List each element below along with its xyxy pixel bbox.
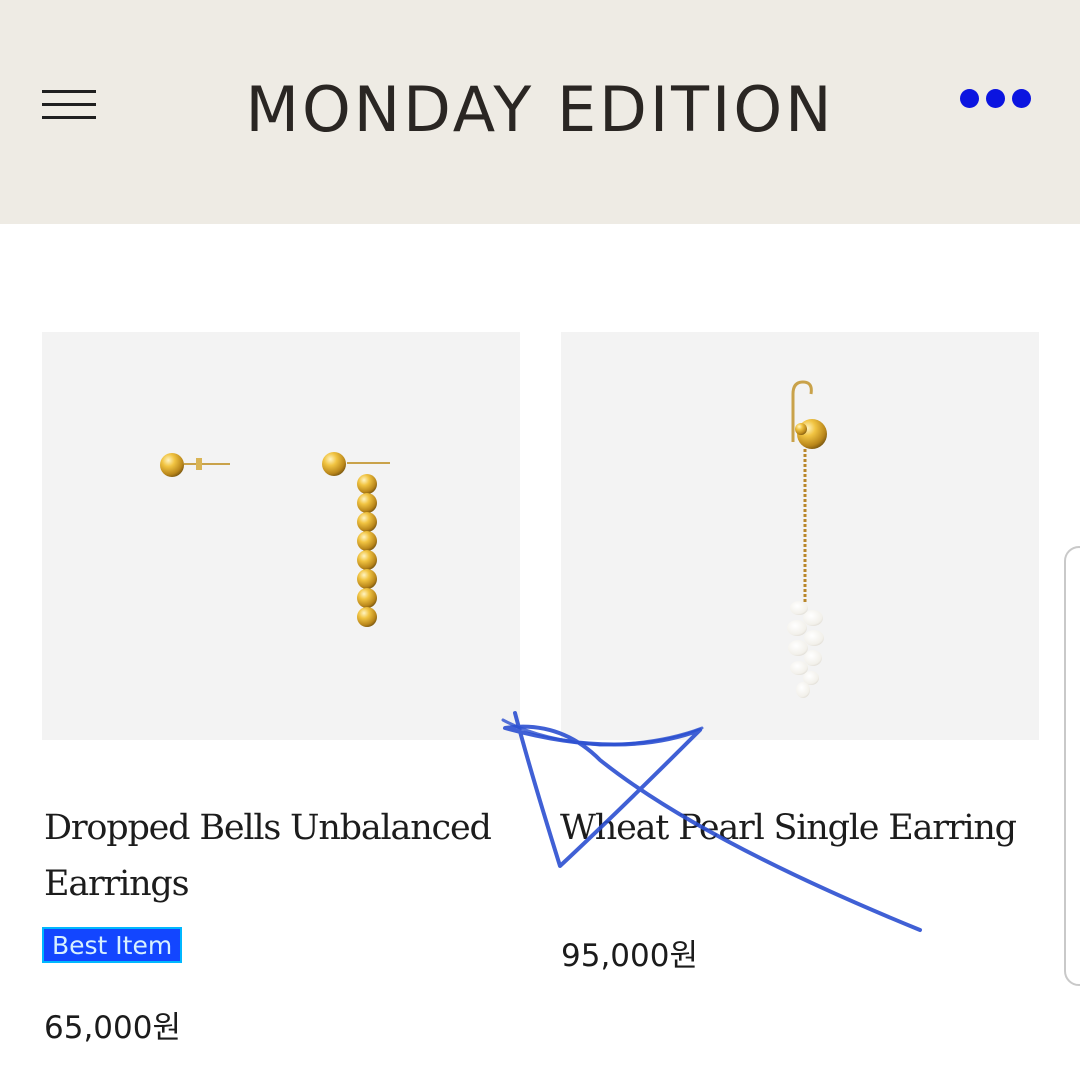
brand-logo[interactable]: MONDAY EDITION [220,72,860,148]
product-price-wheat-pearl: 95,000원 [561,938,698,974]
product-title-wheat-pearl[interactable]: Wheat Pearl Single Earring [560,800,1060,856]
product-price-dropped-bells: 65,000원 [44,1010,181,1046]
hamburger-menu-icon[interactable] [42,88,98,122]
product-image-wheat-pearl[interactable] [561,332,1039,740]
product-title-dropped-bells[interactable]: Dropped Bells Unbalanced Earrings [44,800,514,912]
more-dots-icon[interactable] [956,88,1036,110]
header-bar: MONDAY EDITION [0,0,1080,224]
product-image-dropped-bells[interactable] [42,332,520,740]
best-item-badge: Best Item [42,927,183,963]
scroll-handle[interactable] [1064,546,1080,986]
